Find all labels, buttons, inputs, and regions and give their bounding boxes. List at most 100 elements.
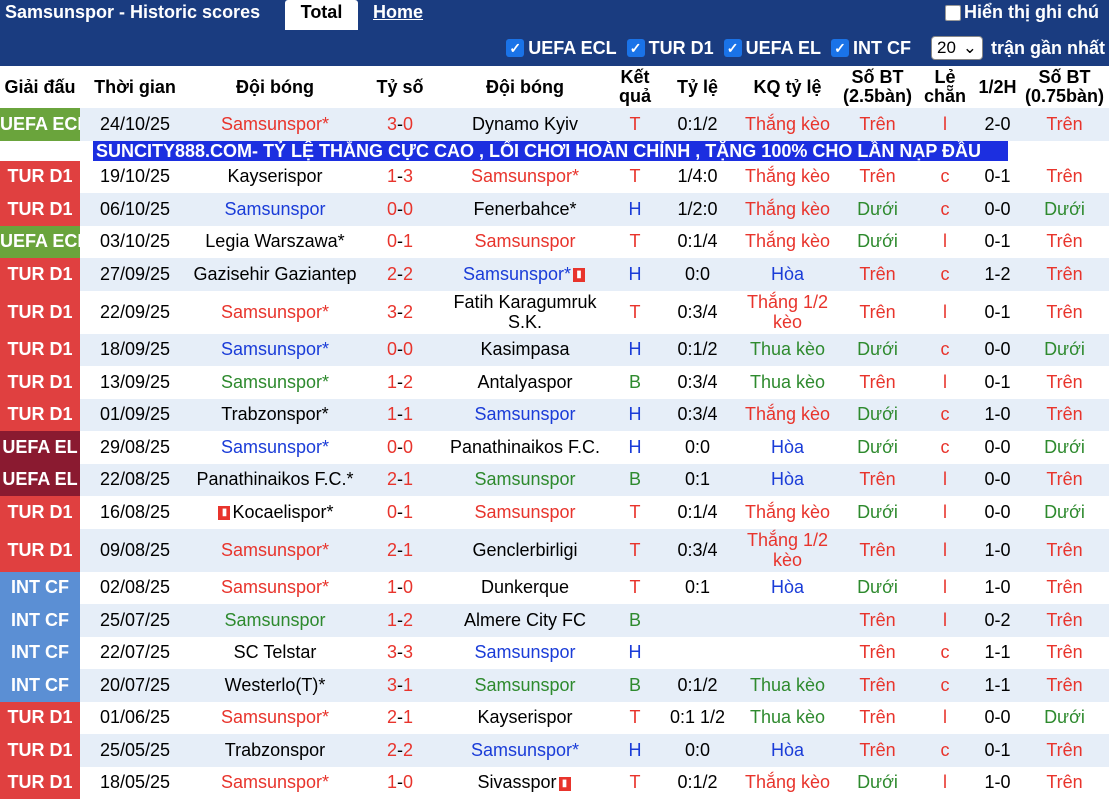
- away-team-cell[interactable]: Samsunspor*: [440, 160, 610, 193]
- league-badge[interactable]: INT CF: [0, 571, 80, 604]
- league-badge[interactable]: TUR D1: [0, 193, 80, 226]
- show-notes-toggle[interactable]: Hiển thị ghi chú: [945, 2, 1099, 23]
- league-badge[interactable]: TUR D1: [0, 366, 80, 399]
- league-badge[interactable]: UEFA ECL: [0, 225, 80, 258]
- checkbox-checked-icon[interactable]: ✓: [830, 39, 849, 57]
- home-team-cell[interactable]: Samsunspor*: [190, 431, 360, 464]
- score-cell[interactable]: 3-0: [360, 108, 440, 141]
- table-row[interactable]: TUR D1 01/06/25 Samsunspor* 2-1 Kayserispor T…: [0, 701, 1109, 734]
- checkbox-checked-icon[interactable]: ✓: [626, 39, 645, 57]
- table-row[interactable]: INT CF 20/07/25 Westerlo(T)* 3-1 Samsunspor B…: [0, 669, 1109, 702]
- score-cell[interactable]: 2-1: [360, 463, 440, 496]
- league-badge[interactable]: UEFA EL: [0, 463, 80, 496]
- score-cell[interactable]: 3-1: [360, 669, 440, 702]
- home-team-cell[interactable]: Westerlo(T)*: [190, 669, 360, 702]
- table-row[interactable]: UEFA ECL 03/10/25 Legia Warszawa* 0-1 Samsun…: [0, 225, 1109, 258]
- tab-home[interactable]: Home: [373, 2, 423, 23]
- home-team-cell[interactable]: Samsunspor*: [190, 701, 360, 734]
- table-row[interactable]: TUR D1 01/09/25 Trabzonspor* 1-1 Samsunspor H…: [0, 398, 1109, 431]
- table-row[interactable]: TUR D1 25/05/25 Trabzonspor 2-2 Samsunspor* H…: [0, 734, 1109, 767]
- home-team-cell[interactable]: Legia Warszawa*: [190, 225, 360, 258]
- home-team-cell[interactable]: Samsunspor*: [190, 528, 360, 572]
- table-row[interactable]: INT CF 22/07/25 SC Telstar 3-3 Samsunspor H Tr…: [0, 636, 1109, 669]
- away-team-cell[interactable]: Samsunspor: [440, 636, 610, 669]
- away-team-cell[interactable]: Kayserispor: [440, 701, 610, 734]
- filter-int-cf[interactable]: ✓ INT CF: [830, 38, 911, 59]
- league-badge[interactable]: TUR D1: [0, 258, 80, 291]
- table-row[interactable]: TUR D1 09/08/25 Samsunspor* 2-1 Genclerbirli…: [0, 528, 1109, 572]
- league-badge[interactable]: INT CF: [0, 669, 80, 702]
- score-cell[interactable]: 0-1: [360, 496, 440, 529]
- league-badge[interactable]: TUR D1: [0, 398, 80, 431]
- away-team-cell[interactable]: Antalyaspor: [440, 366, 610, 399]
- league-badge[interactable]: TUR D1: [0, 160, 80, 193]
- show-notes-checkbox[interactable]: [945, 4, 961, 21]
- checkbox-checked-icon[interactable]: ✓: [723, 39, 742, 57]
- table-row[interactable]: INT CF 25/07/25 Samsunspor 1-2 Almere City F…: [0, 604, 1109, 637]
- home-team-cell[interactable]: Samsunspor*: [190, 290, 360, 334]
- league-badge[interactable]: TUR D1: [0, 734, 80, 767]
- away-team-cell[interactable]: Dynamo Kyiv: [440, 108, 610, 141]
- table-row[interactable]: INT CF 02/08/25 Samsunspor* 1-0 Dunkerque T 0:…: [0, 571, 1109, 604]
- league-badge[interactable]: UEFA EL: [0, 431, 80, 464]
- table-row[interactable]: UEFA ECL 24/10/25 Samsunspor* 3-0 Dynamo Kyi…: [0, 108, 1109, 141]
- away-team-cell[interactable]: Samsunspor: [440, 496, 610, 529]
- league-badge[interactable]: TUR D1: [0, 333, 80, 366]
- away-team-cell[interactable]: Dunkerque: [440, 571, 610, 604]
- away-team-cell[interactable]: Kasimpasa: [440, 333, 610, 366]
- home-team-cell[interactable]: Samsunspor: [190, 193, 360, 226]
- away-team-cell[interactable]: Genclerbirligi: [440, 528, 610, 572]
- league-badge[interactable]: TUR D1: [0, 290, 80, 334]
- away-team-cell[interactable]: Samsunspor* ▮: [440, 258, 610, 291]
- filter-tur-d1[interactable]: ✓ TUR D1: [626, 38, 714, 59]
- table-row[interactable]: TUR D1 16/08/25 ▮ Kocaelispor* 0-1 Samsunspor…: [0, 496, 1109, 529]
- league-badge[interactable]: TUR D1: [0, 496, 80, 529]
- home-team-cell[interactable]: Gazisehir Gaziantep: [190, 258, 360, 291]
- home-team-cell[interactable]: Samsunspor*: [190, 333, 360, 366]
- away-team-cell[interactable]: Samsunspor: [440, 463, 610, 496]
- league-badge[interactable]: INT CF: [0, 604, 80, 637]
- ad-banner-link[interactable]: SUNCITY888.COM- TỶ LỆ THẮNG CỰC CAO , LỐ…: [93, 140, 1008, 161]
- league-badge[interactable]: TUR D1: [0, 766, 80, 799]
- home-team-cell[interactable]: Samsunspor*: [190, 766, 360, 799]
- home-team-cell[interactable]: ▮ Kocaelispor*: [190, 496, 360, 529]
- home-team-cell[interactable]: Kayserispor: [190, 160, 360, 193]
- filter-uefa-ecl[interactable]: ✓ UEFA ECL: [506, 38, 617, 59]
- table-row[interactable]: UEFA EL 22/08/25 Panathinaikos F.C.* 2-1 Sam…: [0, 463, 1109, 496]
- away-team-cell[interactable]: Sivasspor ▮: [440, 766, 610, 799]
- away-team-cell[interactable]: Almere City FC: [440, 604, 610, 637]
- score-cell[interactable]: 3-3: [360, 636, 440, 669]
- score-cell[interactable]: 0-0: [360, 431, 440, 464]
- score-cell[interactable]: 0-0: [360, 193, 440, 226]
- table-row[interactable]: TUR D1 19/10/25 Kayserispor 1-3 Samsunspor* T…: [0, 160, 1109, 193]
- score-cell[interactable]: 2-2: [360, 258, 440, 291]
- league-badge[interactable]: TUR D1: [0, 528, 80, 572]
- filter-uefa-el[interactable]: ✓ UEFA EL: [723, 38, 821, 59]
- home-team-cell[interactable]: Trabzonspor*: [190, 398, 360, 431]
- away-team-cell[interactable]: Samsunspor: [440, 669, 610, 702]
- league-badge[interactable]: INT CF: [0, 636, 80, 669]
- score-cell[interactable]: 2-1: [360, 701, 440, 734]
- score-cell[interactable]: 2-2: [360, 734, 440, 767]
- league-badge[interactable]: UEFA ECL: [0, 108, 80, 141]
- table-row[interactable]: UEFA EL 29/08/25 Samsunspor* 0-0 Panathinaik…: [0, 431, 1109, 464]
- home-team-cell[interactable]: Samsunspor*: [190, 108, 360, 141]
- away-team-cell[interactable]: Panathinaikos F.C.: [440, 431, 610, 464]
- score-cell[interactable]: 3-2: [360, 290, 440, 334]
- match-count-select[interactable]: 20 ⌄: [930, 36, 983, 60]
- score-cell[interactable]: 1-0: [360, 571, 440, 604]
- score-cell[interactable]: 0-0: [360, 333, 440, 366]
- score-cell[interactable]: 1-1: [360, 398, 440, 431]
- home-team-cell[interactable]: Panathinaikos F.C.*: [190, 463, 360, 496]
- table-row[interactable]: TUR D1 18/05/25 Samsunspor* 1-0 Sivasspor ▮ T 0…: [0, 766, 1109, 799]
- home-team-cell[interactable]: Samsunspor*: [190, 571, 360, 604]
- tab-total[interactable]: Total: [285, 0, 358, 31]
- away-team-cell[interactable]: Samsunspor: [440, 398, 610, 431]
- score-cell[interactable]: 1-3: [360, 160, 440, 193]
- away-team-cell[interactable]: Fenerbahce*: [440, 193, 610, 226]
- table-row[interactable]: TUR D1 13/09/25 Samsunspor* 1-2 Antalyaspor B…: [0, 366, 1109, 399]
- table-row[interactable]: TUR D1 27/09/25 Gazisehir Gaziantep 2-2 Sams…: [0, 258, 1109, 291]
- score-cell[interactable]: 1-2: [360, 366, 440, 399]
- home-team-cell[interactable]: SC Telstar: [190, 636, 360, 669]
- table-row[interactable]: TUR D1 18/09/25 Samsunspor* 0-0 Kasimpasa H 0:…: [0, 333, 1109, 366]
